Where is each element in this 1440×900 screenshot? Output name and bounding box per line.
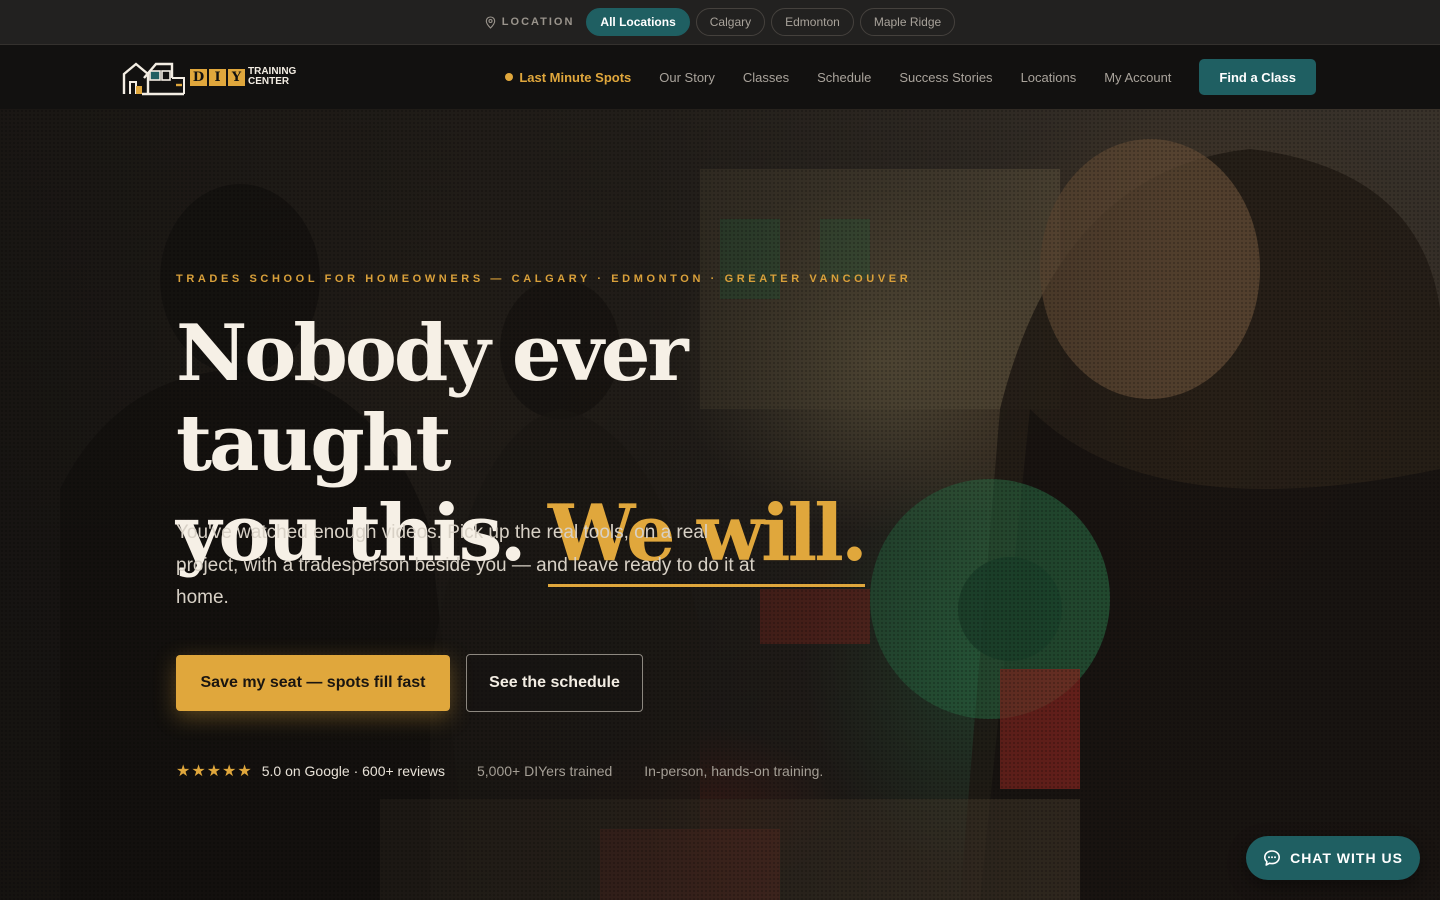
site-header: D I Y TRAINING CENTER Last Minute Spots … [0,45,1440,109]
location-label: LOCATION [485,15,575,29]
logo-wordmark: TRAINING CENTER [248,67,296,87]
nav-our-story[interactable]: Our Story [659,70,715,85]
nav-last-minute-spots[interactable]: Last Minute Spots [505,70,631,85]
logo-letter-y: Y [228,68,245,86]
nav-classes[interactable]: Classes [743,70,789,85]
hero-eyebrow: TRADES SCHOOL FOR HOMEOWNERS — CALGARY ·… [176,273,912,285]
site-logo[interactable]: D I Y TRAINING CENTER [122,58,306,96]
see-schedule-button[interactable]: See the schedule [466,654,643,712]
nav-locations[interactable]: Locations [1021,70,1077,85]
nav-my-account[interactable]: My Account [1104,70,1171,85]
location-pill-all[interactable]: All Locations [586,8,690,36]
house-logo-icon [122,62,185,96]
location-pill-maple-ridge[interactable]: Maple Ridge [859,8,956,36]
location-pill-edmonton[interactable]: Edmonton [771,8,854,36]
main-nav: Last Minute Spots Our Story Classes Sche… [505,59,1316,95]
chat-bubble-icon [1264,850,1281,866]
training-format: In-person, hands-on training. [644,763,824,779]
hero-section: TRADES SCHOOL FOR HOMEOWNERS — CALGARY ·… [0,109,1440,900]
location-pill-calgary[interactable]: Calgary [695,8,766,36]
star-rating-icon: ★★★★★ [176,763,253,780]
live-dot-icon [505,73,514,81]
logo-diy-letters: D I Y [190,68,245,86]
headline-line-1: Nobody ever taught [176,308,689,489]
diyers-trained: 5,000+ DIYers trained [477,763,613,779]
location-bar: LOCATION All Locations Calgary Edmonton … [0,0,1440,45]
logo-letter-d: D [190,68,207,86]
logo-line-center: CENTER [248,76,290,87]
save-my-seat-button[interactable]: Save my seat — spots fill fast [176,655,450,711]
chat-label: CHAT WITH US [1290,850,1403,866]
chat-with-us-button[interactable]: CHAT WITH US [1246,836,1420,880]
nav-success-stories[interactable]: Success Stories [899,70,992,85]
location-label-text: LOCATION [501,16,575,28]
social-proof-row: ★★★★★ 5.0 on Google · 600+ reviews 5,000… [176,761,823,781]
nav-last-minute-label: Last Minute Spots [519,69,632,85]
map-pin-icon [485,15,496,29]
google-rating: 5.0 on Google · 600+ reviews [261,763,445,779]
nav-schedule[interactable]: Schedule [817,70,871,85]
find-a-class-button[interactable]: Find a Class [1199,59,1316,95]
logo-letter-i: I [209,68,226,86]
hero-subcopy: You've watched enough videos. Pick up th… [176,522,755,608]
